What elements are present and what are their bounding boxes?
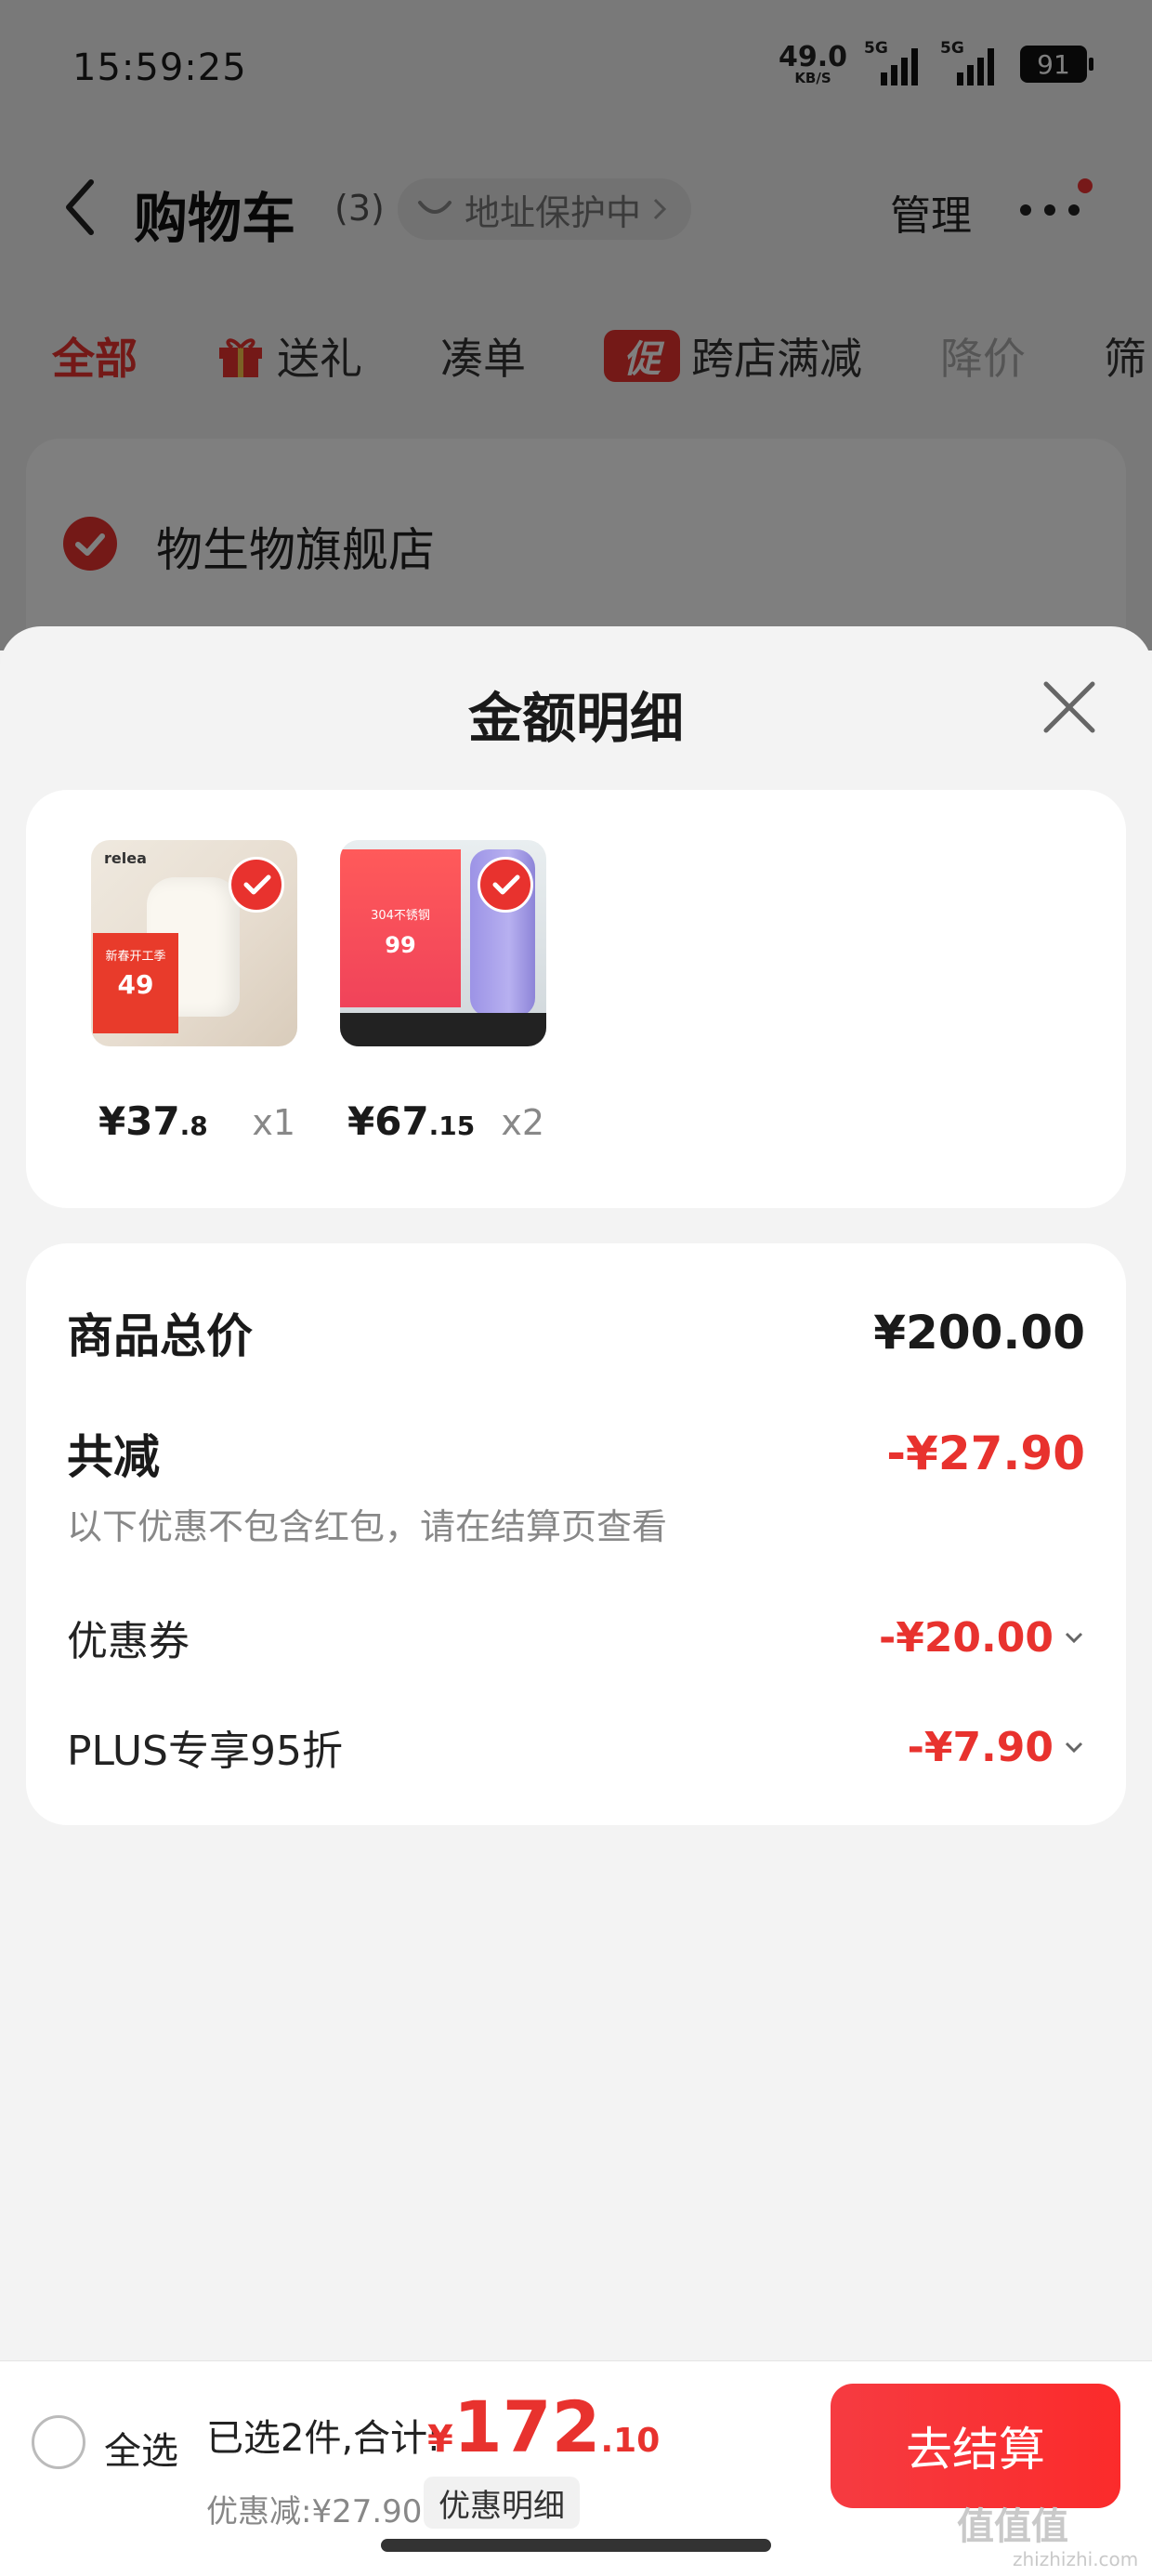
grand-total: ¥172.10	[427, 2385, 660, 2468]
total-reduction-label: 共减	[67, 1430, 160, 1484]
watermark: 值值值	[957, 2505, 1068, 2548]
chevron-down-icon	[1065, 1632, 1083, 1644]
plus-discount-amount: -¥7.90	[907, 1723, 1054, 1771]
product-thumbnail[interactable]: 304不锈钢 99	[340, 840, 546, 1046]
plus-discount-label: PLUS专享95折	[67, 1728, 343, 1775]
total-price-row: 商品总价 ¥200.00	[67, 1299, 1085, 1366]
thumb-tag-text: 新春开工季	[105, 950, 166, 964]
watermark-url: zhizhizhi.com	[1013, 2548, 1139, 2570]
thumb-tag-text: 304不锈钢	[371, 909, 430, 923]
check-icon[interactable]	[478, 857, 533, 913]
item-price-row: ¥67.15 x2	[340, 1098, 546, 1144]
checkout-button[interactable]: 去结算	[831, 2384, 1120, 2508]
thumb-promo-tag: 304不锈钢 99	[340, 849, 461, 1007]
coupon-label: 优惠券	[67, 1618, 190, 1665]
coupon-amount: -¥20.00	[878, 1613, 1054, 1662]
item-price: ¥67.15	[347, 1098, 476, 1144]
thumb-tag-price: 49	[117, 969, 154, 1000]
total-price-label: 商品总价	[67, 1309, 253, 1363]
total-decimal: .10	[600, 2422, 661, 2460]
item-price: ¥37.8	[98, 1098, 208, 1144]
list-item[interactable]: 304不锈钢 99 ¥67.15 x2	[340, 840, 554, 1144]
plus-discount-row[interactable]: PLUS专享95折 -¥7.90	[67, 1717, 1085, 1777]
product-thumbnail[interactable]: relea 新春开工季 49	[91, 840, 297, 1046]
selected-items-card: relea 新春开工季 49 ¥37.8 x1 304不锈钢 99 ¥67.15…	[26, 790, 1126, 1208]
total-reduction-value: -¥27.90	[886, 1426, 1085, 1480]
sheet-title: 金额明细	[467, 687, 684, 750]
item-quantity: x1	[252, 1102, 295, 1143]
total-currency: ¥	[427, 2418, 453, 2461]
thumb-tag-price: 99	[385, 932, 416, 958]
select-all-label[interactable]: 全选	[104, 2421, 178, 2475]
chevron-down-icon	[1065, 1741, 1083, 1754]
select-all-radio[interactable]	[32, 2415, 85, 2469]
plus-discount-value[interactable]: -¥7.90	[908, 1724, 1085, 1771]
coupon-row[interactable]: 优惠券 -¥20.00	[67, 1608, 1085, 1667]
amount-detail-sheet: 金额明细 relea 新春开工季 49 ¥37.8 x1 304不锈钢 99 ¥…	[0, 626, 1152, 2576]
total-price-value: ¥200.00	[873, 1306, 1085, 1360]
price-summary-card: 商品总价 ¥200.00 共减 -¥27.90 以下优惠不包含红包，请在结算页查…	[26, 1243, 1126, 1825]
discount-summary: 优惠减:¥27.90	[206, 2493, 423, 2530]
home-indicator[interactable]	[381, 2539, 771, 2552]
total-integer: 172	[452, 2385, 601, 2468]
coupon-value[interactable]: -¥20.00	[879, 1614, 1085, 1662]
thumb-footer	[340, 1013, 546, 1046]
close-icon[interactable]	[1041, 678, 1098, 736]
discount-detail-button[interactable]: 优惠明细	[424, 2477, 580, 2529]
reduction-note: 以下优惠不包含红包，请在结算页查看	[67, 1506, 668, 1547]
thumb-brand: relea	[104, 849, 147, 867]
list-item[interactable]: relea 新春开工季 49 ¥37.8 x1	[91, 840, 305, 1144]
item-quantity: x2	[501, 1102, 544, 1143]
total-reduction-row: 共减 -¥27.90	[67, 1420, 1085, 1487]
thumb-promo-tag: 新春开工季 49	[93, 933, 178, 1033]
check-icon[interactable]	[229, 857, 284, 913]
item-price-row: ¥37.8 x1	[91, 1098, 297, 1144]
modal-overlay[interactable]	[0, 0, 1152, 651]
selected-summary: 已选2件,合计:	[206, 2417, 440, 2460]
